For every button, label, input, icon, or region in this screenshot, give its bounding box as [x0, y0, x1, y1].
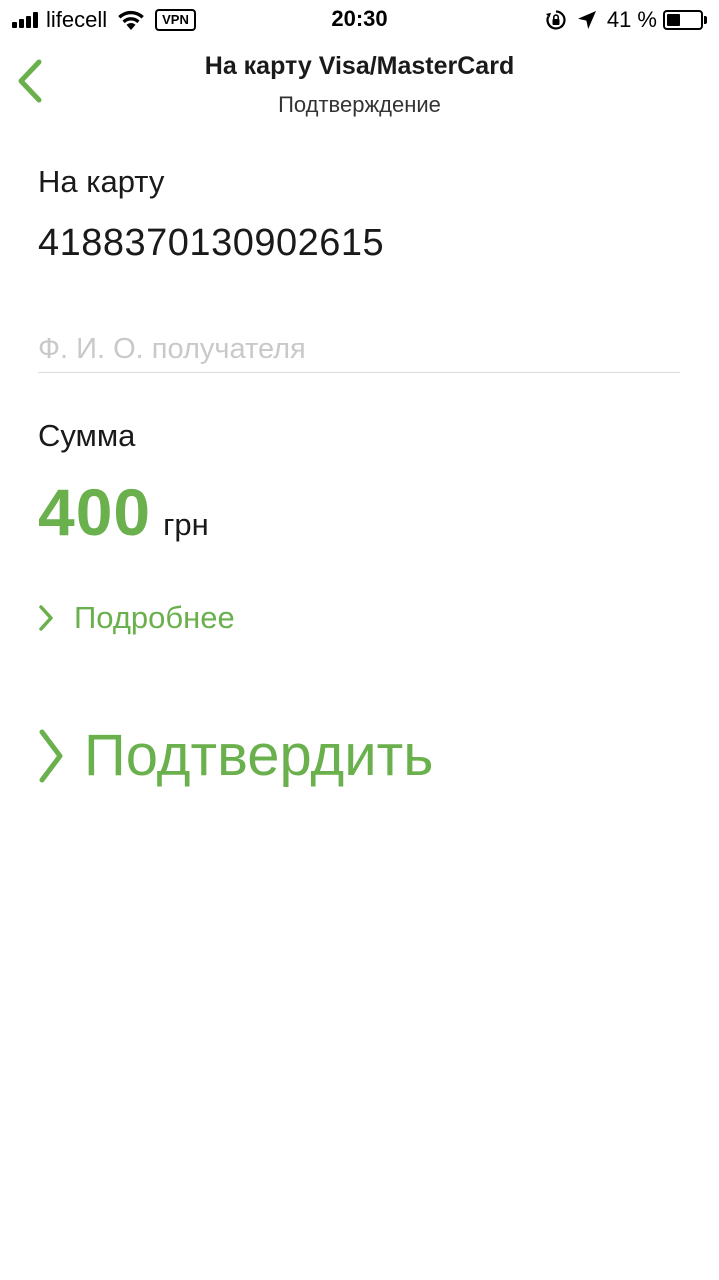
- amount-currency: грн: [163, 507, 209, 542]
- orientation-lock-icon: [545, 10, 566, 30]
- battery-percent: 41 %: [606, 7, 657, 32]
- chevron-right-icon: [39, 605, 53, 631]
- status-right: 41 %: [545, 7, 707, 33]
- page-subtitle: Подтверждение: [278, 92, 441, 117]
- recipient-name-input[interactable]: [38, 326, 680, 373]
- confirm-button[interactable]: Подтвердить: [36, 722, 433, 789]
- battery-icon: [663, 10, 703, 30]
- battery-level: [667, 14, 681, 26]
- amount-row: 400 грн: [38, 474, 209, 550]
- details-link[interactable]: Подробнее: [36, 600, 235, 636]
- amount-value: 400: [38, 475, 152, 549]
- page-title: На карту Visa/MasterCard: [204, 52, 515, 80]
- status-bar: lifecell VPN 20:30 41 %: [0, 0, 719, 40]
- card-number: 4188370130902615: [38, 222, 385, 264]
- details-label: Подробнее: [74, 600, 235, 635]
- battery-tip: [704, 16, 707, 24]
- location-arrow-icon: [577, 11, 596, 29]
- chevron-right-icon: [39, 729, 63, 782]
- card-label: На карту: [38, 164, 165, 199]
- nav-bar: На карту Visa/MasterCard Подтверждение: [0, 40, 719, 130]
- amount-label: Сумма: [38, 418, 136, 453]
- confirm-label: Подтвердить: [84, 723, 434, 788]
